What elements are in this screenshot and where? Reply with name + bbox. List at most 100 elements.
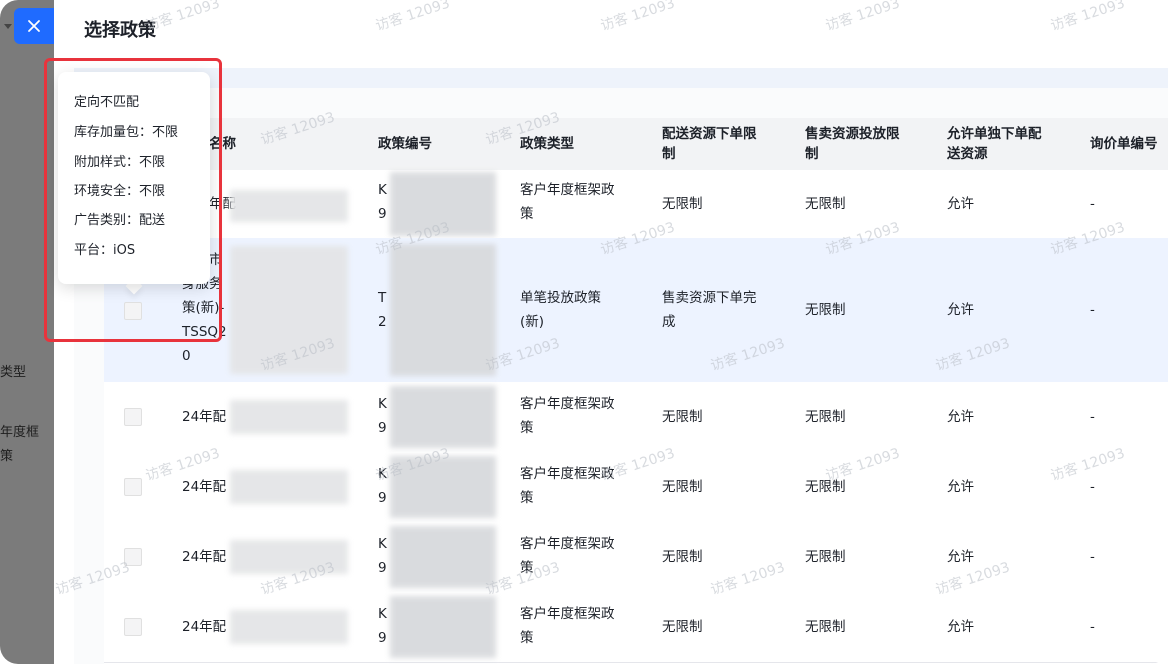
header-sale-limit-line2: 制 <box>805 146 819 162</box>
row-allow: 允许 <box>947 409 974 425</box>
redacted-code <box>390 526 496 588</box>
row-type-1: 客户年度框架政 <box>520 606 615 622</box>
row-code-a: K <box>378 606 387 622</box>
row-sale-limit: 无限制 <box>805 549 846 565</box>
backdrop-type-value-2: 策 <box>0 449 14 464</box>
row-type-2: 策 <box>520 490 534 506</box>
row-name: 24年配 <box>182 619 227 635</box>
table-row-highlighted[interactable]: 市 身服务 策(新)- TSSQ2 0 T 2 单笔投放政策 (新) 售卖资源下… <box>104 238 1168 383</box>
redacted-name <box>230 246 348 374</box>
header-sale-limit-line1: 售卖资源投放限 <box>805 126 900 142</box>
row-checkbox[interactable] <box>124 478 142 496</box>
header-type: 政策类型 <box>520 136 574 152</box>
header-inquiry-number: 询价单编号 <box>1090 136 1158 152</box>
row-code-b: 9 <box>378 560 387 576</box>
header-delivery-limit: 配送资源下单限 制 <box>662 118 757 170</box>
row-inquiry: - <box>1090 196 1095 212</box>
row-sale-limit: 无限制 <box>805 196 846 212</box>
watermark: 访客 12093 <box>1048 0 1127 35</box>
row-sale-limit: 无限制 <box>805 479 846 495</box>
backdrop-type-value-1: 年度框 <box>0 425 40 440</box>
redacted-code <box>390 456 496 518</box>
row-name: 24年配 <box>182 479 227 495</box>
row-code-b: 2 <box>378 314 387 330</box>
row-code-b: 9 <box>378 630 387 646</box>
table-row[interactable]: 24年配 K 9 客户年度框架政 策 无限制 无限制 允许 - <box>104 592 1168 663</box>
close-drawer-button[interactable] <box>14 8 54 44</box>
row-code-b: 9 <box>378 490 387 506</box>
row-allow: 允许 <box>947 549 974 565</box>
row-type-1: 客户年度框架政 <box>520 466 615 482</box>
drawer-title: 选择政策 <box>84 20 156 41</box>
row-code-a: T <box>378 290 387 306</box>
row-allow: 允许 <box>947 479 974 495</box>
redacted-name <box>230 470 348 504</box>
row-sale-limit: 无限制 <box>805 409 846 425</box>
row-delivery-limit: 无限制 <box>662 479 703 495</box>
row-allow: 允许 <box>947 302 974 318</box>
table-row[interactable]: 年配 K 9 客户年度框架政 策 无限制 无限制 允许 - <box>104 170 1168 239</box>
header-sale-limit: 售卖资源投放限 制 <box>805 118 900 170</box>
row-type-2: 策 <box>520 206 534 222</box>
annotation-highlight-box <box>44 58 222 342</box>
table-header: 名称 政策编号 政策类型 配送资源下单限 制 售卖资源投放限 制 允许单独下单配… <box>104 118 1168 170</box>
dropdown-caret-icon <box>4 24 12 29</box>
row-delivery-limit: 无限制 <box>662 409 703 425</box>
redacted-code <box>390 596 496 658</box>
row-type-2: 策 <box>520 560 534 576</box>
row-name: 24年配 <box>182 549 227 565</box>
row-inquiry: - <box>1090 302 1095 318</box>
close-icon <box>28 20 40 32</box>
row-type-2: 策 <box>520 630 534 646</box>
row-type-2: (新) <box>520 314 545 330</box>
row-delivery-1: 售卖资源下单完 <box>662 290 757 306</box>
table-row[interactable]: 24年配 K 9 客户年度框架政 策 无限制 无限制 允许 - <box>104 382 1168 453</box>
row-type-1: 客户年度框架政 <box>520 182 615 198</box>
row-checkbox[interactable] <box>124 548 142 566</box>
row-checkbox[interactable] <box>124 618 142 636</box>
screen: 类型 年度框 策 选择政策 名称 政策编号 政策类型 配送资源下单限 制 售卖资… <box>0 0 1168 664</box>
row-sale-limit: 无限制 <box>805 619 846 635</box>
row-checkbox[interactable] <box>124 408 142 426</box>
redacted-name <box>230 190 348 222</box>
watermark: 访客 12093 <box>373 0 452 35</box>
backdrop-type-label: 类型 <box>0 365 27 380</box>
table-row[interactable]: 24年配 K 9 客户年度框架政 策 无限制 无限制 允许 - <box>104 522 1168 593</box>
row-delivery-limit: 无限制 <box>662 196 703 212</box>
row-inquiry: - <box>1090 409 1095 425</box>
row-type-1: 单笔投放政策 <box>520 290 601 306</box>
redacted-code <box>390 172 496 236</box>
row-inquiry: - <box>1090 549 1095 565</box>
row-code-b: 9 <box>378 206 387 222</box>
table-row[interactable]: 24年配 K 9 客户年度框架政 策 无限制 无限制 允许 - <box>104 452 1168 523</box>
redacted-name <box>230 610 348 644</box>
row-inquiry: - <box>1090 619 1095 635</box>
toolbar-band <box>74 68 1168 88</box>
row-code-a: K <box>378 182 387 198</box>
watermark: 访客 12093 <box>823 0 902 35</box>
header-code: 政策编号 <box>378 136 432 152</box>
row-type-1: 客户年度框架政 <box>520 536 615 552</box>
row-sale-limit: 无限制 <box>805 302 846 318</box>
header-delivery-limit-line1: 配送资源下单限 <box>662 126 757 142</box>
row-type-1: 客户年度框架政 <box>520 396 615 412</box>
header-allow-line2: 送资源 <box>947 146 988 162</box>
row-inquiry: - <box>1090 479 1095 495</box>
redacted-name <box>230 540 348 574</box>
row-name-5: 0 <box>182 348 191 364</box>
redacted-name <box>230 400 348 434</box>
header-allow-separate: 允许单独下单配 送资源 <box>947 118 1042 170</box>
header-allow-line1: 允许单独下单配 <box>947 126 1042 142</box>
watermark: 访客 12093 <box>598 0 677 35</box>
row-code-a: K <box>378 466 387 482</box>
row-name: 24年配 <box>182 409 227 425</box>
row-code-b: 9 <box>378 420 387 436</box>
row-delivery-limit: 无限制 <box>662 549 703 565</box>
row-allow: 允许 <box>947 196 974 212</box>
row-delivery-limit: 无限制 <box>662 619 703 635</box>
row-delivery-2: 成 <box>662 314 676 330</box>
header-delivery-limit-line2: 制 <box>662 146 676 162</box>
redacted-code <box>390 244 496 376</box>
row-type-2: 策 <box>520 420 534 436</box>
redacted-code <box>390 386 496 448</box>
